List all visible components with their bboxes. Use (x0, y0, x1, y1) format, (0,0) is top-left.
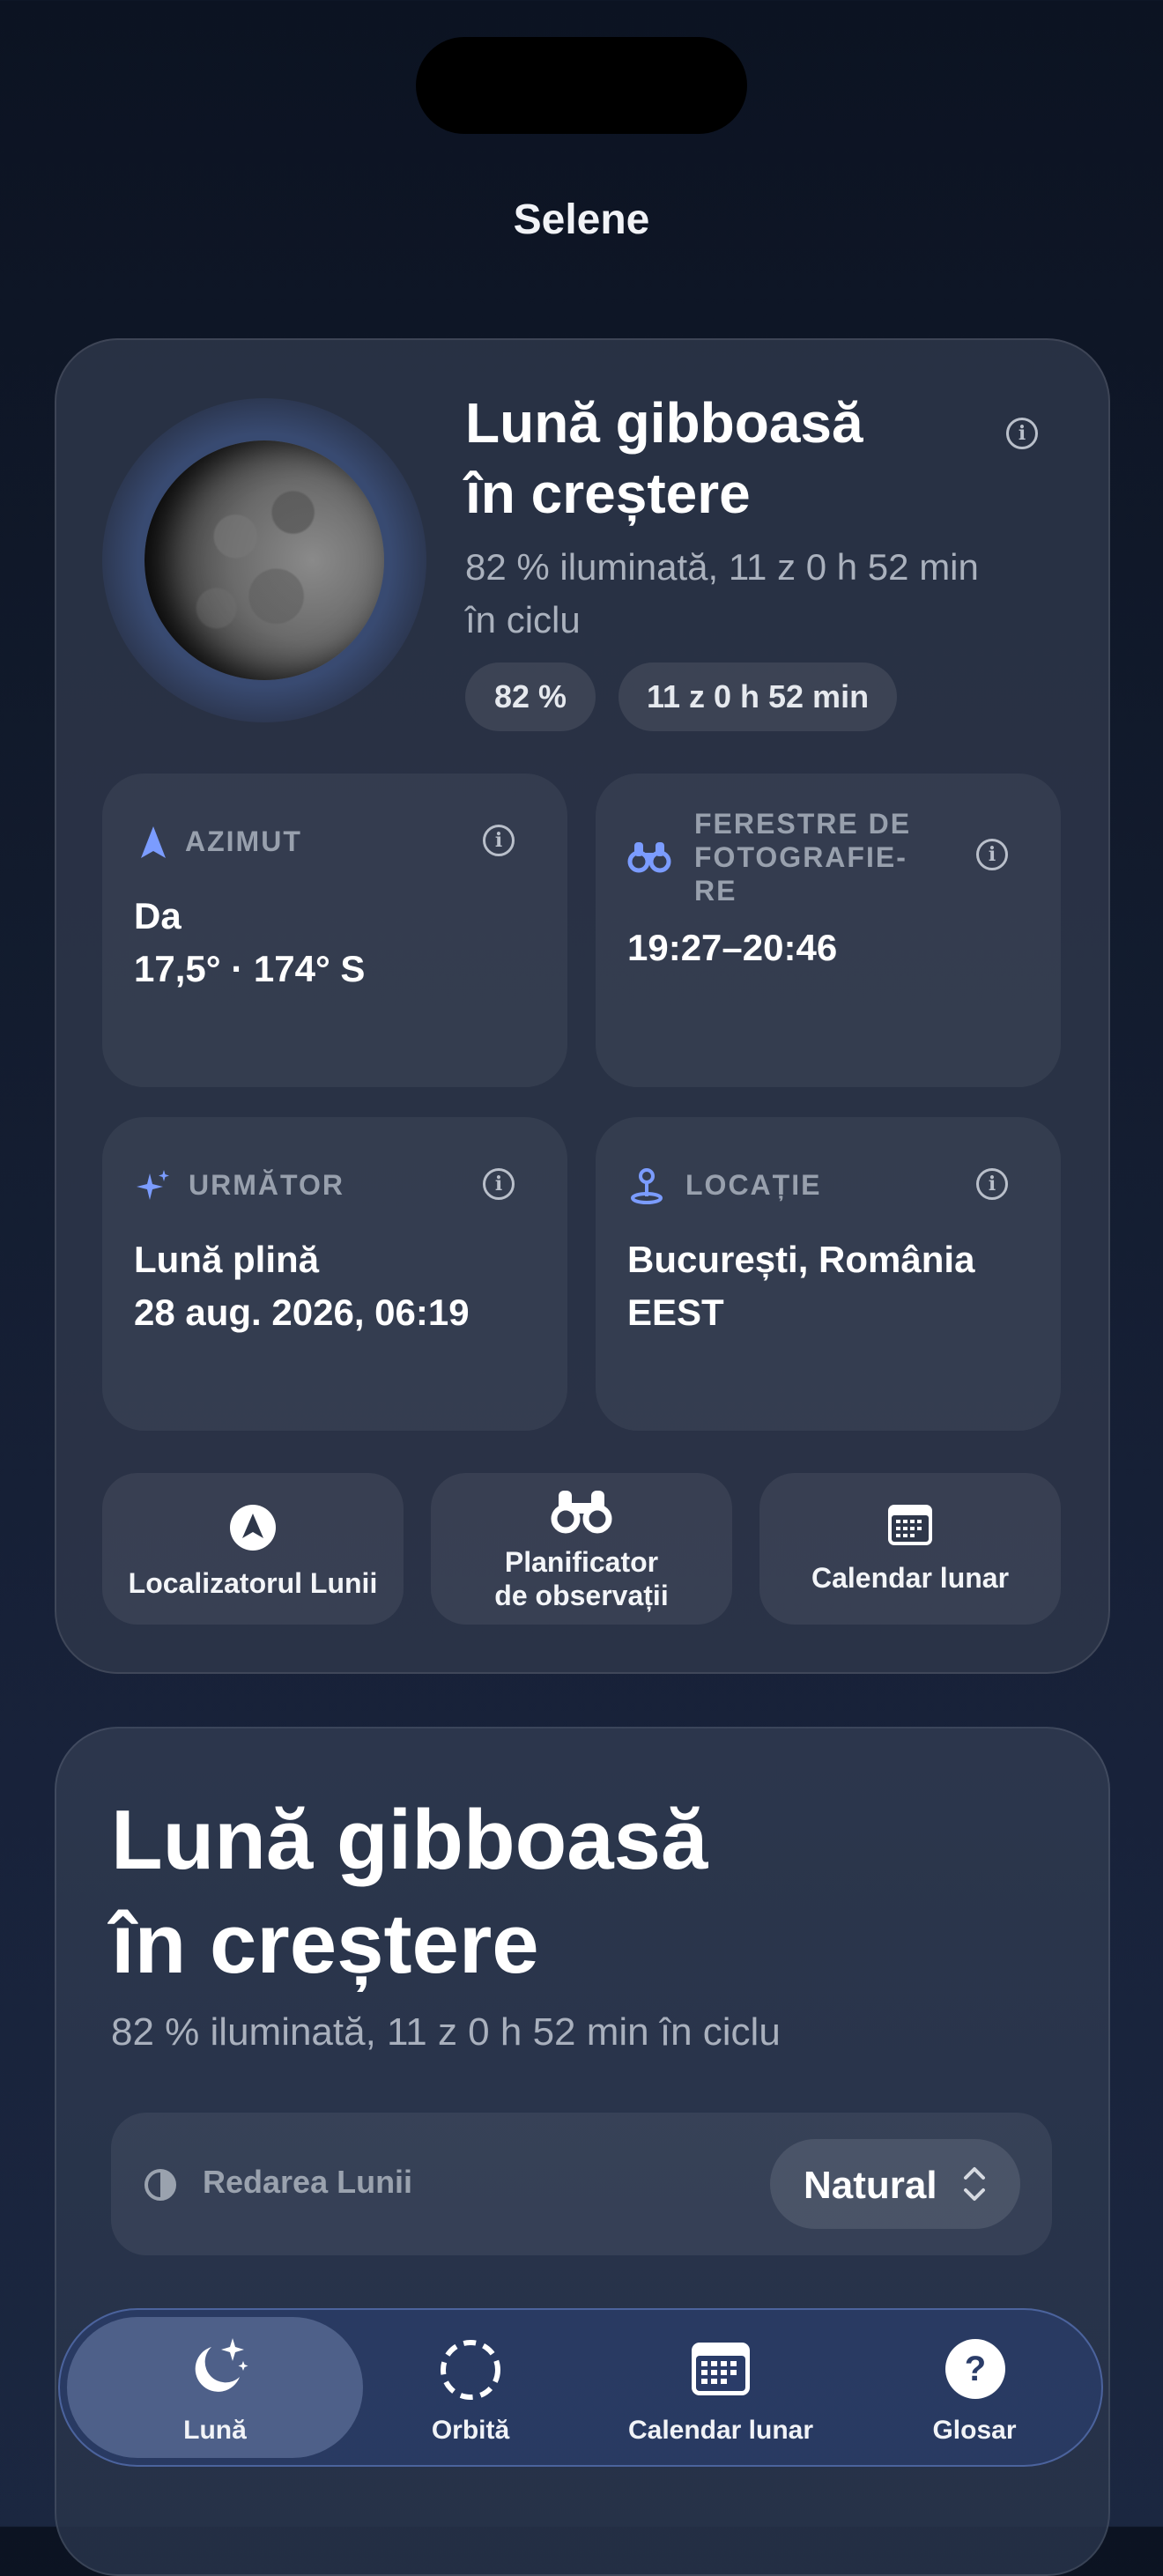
photo-windows-tile[interactable]: FERESTRE DE FOTOGRAFIE- RE i 19:27–20:46 (596, 774, 1061, 1087)
phase-subtitle: 82 % iluminată, 11 z 0 h 52 min în ciclu (465, 546, 979, 640)
moon-render-value: Natural (804, 2164, 937, 2207)
observation-planner-button[interactable]: Planificator de observații (431, 1473, 732, 1625)
azimuth-label: AZIMUT (185, 825, 302, 857)
location-timezone: EEST (627, 1292, 724, 1333)
tab-moon-label: Lună (183, 2416, 247, 2445)
location-tile[interactable]: LOCAȚIE i București, România EEST (596, 1117, 1061, 1431)
azimuth-tile[interactable]: AZIMUT i Da 17,5° · 174° S (102, 774, 567, 1087)
svg-text:?: ? (965, 2350, 986, 2388)
calendar-icon (888, 1505, 932, 1545)
moon-locator-label: Localizatorul Lunii (128, 1567, 378, 1599)
moon-render-select[interactable]: Natural (770, 2139, 1020, 2229)
tab-bar: Lună Orbită Calendar lunar ? Glosar (58, 2308, 1103, 2467)
tab-moon[interactable]: Lună (67, 2317, 363, 2458)
next-phase-info-icon[interactable]: i (483, 1168, 515, 1200)
tab-orbit-label: Orbită (431, 2416, 510, 2445)
location-arrow-icon (141, 826, 166, 858)
half-circle-icon (144, 2169, 176, 2201)
photo-windows-info-icon[interactable]: i (976, 839, 1008, 870)
tab-calendar[interactable]: Calendar lunar (589, 2317, 853, 2458)
app-title: Selene (513, 196, 650, 243)
photo-windows-label: FERESTRE DE FOTOGRAFIE- RE (694, 808, 912, 907)
age-pill: 11 z 0 h 52 min (619, 663, 897, 731)
compass-arrow-icon (230, 1505, 276, 1551)
detail-title: Lună gibboasă în creștere (111, 1793, 708, 1991)
phase-info-icon[interactable]: i (1006, 418, 1038, 449)
location-label: LOCAȚIE (685, 1169, 822, 1201)
moon-render-label: Redarea Lunii (203, 2164, 413, 2200)
moon-stars-icon (195, 2338, 248, 2392)
location-info-icon[interactable]: i (976, 1168, 1008, 1200)
next-phase-tile[interactable]: URMĂTOR i Lună plină 28 aug. 2026, 06:19 (102, 1117, 567, 1431)
chevron-up-down-icon (964, 2167, 985, 2201)
next-phase-name: Lună plină (134, 1239, 319, 1280)
photo-windows-value: 19:27–20:46 (627, 927, 838, 968)
lunar-calendar-label: Calendar lunar (811, 1562, 1010, 1594)
calendar-icon (692, 2343, 750, 2395)
next-phase-date: 28 aug. 2026, 06:19 (134, 1292, 470, 1333)
phase-title: Lună gibboasă în creștere (465, 391, 863, 525)
map-pin-icon (631, 1168, 663, 1204)
binoculars-icon (551, 1491, 612, 1534)
azimuth-value: 17,5° · 174° S (134, 948, 366, 989)
detail-subtitle: 82 % iluminată, 11 z 0 h 52 min în ciclu (111, 2010, 781, 2054)
moon-locator-button[interactable]: Localizatorul Lunii (102, 1473, 404, 1625)
orbit-icon (441, 2340, 500, 2400)
tab-calendar-label: Calendar lunar (627, 2416, 814, 2445)
observation-planner-label: Planificator de observații (494, 1546, 669, 1611)
azimuth-info-icon[interactable]: i (483, 825, 515, 856)
illumination-pill: 82 % (465, 663, 596, 731)
tab-glossary[interactable]: ? Glosar (874, 2317, 1075, 2458)
dynamic-island (416, 37, 747, 134)
sparkles-icon (137, 1170, 169, 1200)
moon-image (144, 440, 384, 680)
azimuth-visible: Da (134, 895, 181, 936)
tab-glossary-label: Glosar (932, 2416, 1017, 2445)
tab-orbit[interactable]: Orbită (370, 2317, 571, 2458)
binoculars-icon (627, 842, 671, 873)
moon-render-row: Redarea Lunii Natural (111, 2113, 1052, 2255)
location-city: București, România (627, 1239, 975, 1280)
next-phase-label: URMĂTOR (189, 1169, 344, 1201)
lunar-calendar-button[interactable]: Calendar lunar (759, 1473, 1061, 1625)
question-icon: ? (945, 2339, 1005, 2399)
